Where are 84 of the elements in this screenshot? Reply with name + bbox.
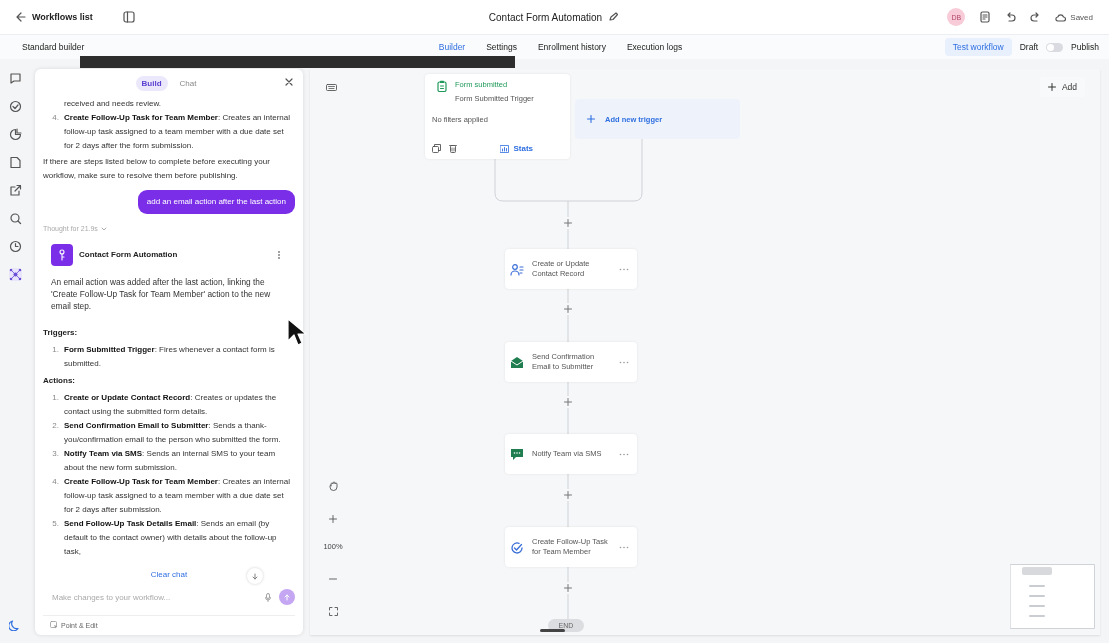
tab[interactable]: Execution logs — [626, 39, 683, 55]
chevron-down-icon[interactable] — [100, 226, 107, 232]
list-item-text: Create Follow-Up Task for Team Member: Creates an internal follow-up task assigned to a team member with a due date set for 2 days after the form submission. — [64, 112, 291, 152]
tab[interactable]: Enrollment history — [537, 39, 606, 55]
workflow-name: Contact Form Automation — [79, 249, 179, 261]
fit-view-icon[interactable] — [329, 607, 338, 616]
list-number: 3. — [51, 448, 60, 460]
pie-chart-icon[interactable] — [8, 128, 22, 141]
tab[interactable]: Settings — [486, 39, 517, 55]
mode-tab[interactable]: Chat — [173, 75, 203, 91]
arrow-up-icon — [284, 593, 290, 601]
chat-bubble-icon[interactable] — [8, 72, 22, 85]
bar-chart-icon — [500, 144, 510, 153]
clear-chat-link[interactable]: Clear chat — [150, 570, 188, 579]
user-message: add an email action after the last action — [137, 190, 295, 214]
list-number: 4. — [51, 112, 60, 124]
list-item-text: Create or Update Contact Record: Creates or updates the contact using the submitted form details. — [64, 392, 278, 418]
arrow-down-icon — [252, 572, 258, 580]
list-item-text: Send Follow-Up Task Details Email: Sends an email (by default to the contact owner) with details about the follow-up task, — [64, 518, 278, 558]
publish-toggle[interactable] — [1046, 42, 1064, 52]
list-number: 1. — [51, 392, 60, 404]
zoom-in-icon[interactable] — [329, 515, 337, 523]
publish-label: Publish — [1071, 42, 1099, 52]
file-icon[interactable] — [8, 156, 22, 169]
key-icon — [58, 249, 66, 261]
section-heading: Triggers: — [43, 327, 78, 339]
check-circle-icon[interactable] — [8, 100, 22, 113]
external-link-icon[interactable] — [8, 184, 22, 197]
clock-icon[interactable] — [8, 240, 22, 253]
save-status: Saved — [1070, 12, 1093, 22]
moon-icon[interactable] — [9, 619, 21, 631]
sparkle-network-icon[interactable] — [8, 268, 22, 281]
list-number: 5. — [51, 518, 60, 530]
tab[interactable]: Builder — [438, 39, 466, 55]
plus-icon[interactable] — [564, 584, 572, 592]
cloud-icon — [1055, 12, 1067, 22]
back-button[interactable]: Workflows list — [14, 10, 95, 24]
envelope-icon — [510, 355, 524, 369]
list-number: 4. — [51, 476, 60, 488]
keyboard-icon[interactable] — [326, 84, 337, 91]
list-number: 2. — [51, 420, 60, 432]
list-item-text: Form Submitted Trigger: Fires whenever a contact form is submitted. — [64, 344, 276, 370]
mode-tab[interactable]: Build — [135, 75, 168, 91]
builder-type-label: Standard builder — [22, 42, 86, 52]
contact-icon — [510, 262, 524, 276]
more-icon[interactable] — [619, 452, 629, 456]
assistant-message: An email action was added after the last action, linking the 'Create Follow-Up Task for Team Member' action to the new email step. — [51, 276, 272, 312]
kebab-menu-icon[interactable] — [277, 250, 281, 260]
draft-label: Draft — [1019, 42, 1039, 52]
list-number: 1. — [51, 344, 60, 356]
list-item-text: received and needs review. — [64, 98, 162, 110]
message-icon — [510, 447, 524, 461]
trash-icon[interactable] — [449, 144, 457, 153]
test-workflow-button[interactable]: Test workflow — [944, 38, 1012, 56]
sidebar-toggle-icon[interactable] — [122, 11, 135, 23]
plus-icon[interactable] — [564, 219, 572, 227]
clipboard-icon — [437, 80, 447, 92]
close-icon[interactable] — [285, 78, 293, 86]
list-item-text: Notify Team via SMS: Sends an internal SMS to your team about the new form submission. — [64, 448, 277, 474]
plus-icon[interactable] — [564, 398, 572, 406]
list-item-text: Create Follow-Up Task for Team Member: Creates an internal follow-up task assigned to a team member with a due date set for 2 days after submission. — [64, 476, 291, 516]
plus-icon[interactable] — [564, 305, 572, 313]
undo-icon[interactable] — [1005, 11, 1017, 23]
stats-button[interactable]: Stats — [500, 144, 533, 153]
plus-icon — [1047, 83, 1056, 91]
more-icon[interactable] — [619, 360, 629, 364]
copy-icon[interactable] — [432, 144, 441, 153]
plus-icon[interactable] — [564, 491, 572, 499]
workflow-title: Contact Form Automation — [488, 11, 603, 23]
task-check-icon — [510, 540, 524, 554]
more-icon[interactable] — [619, 545, 629, 549]
scrollbar-thumb[interactable] — [540, 629, 565, 632]
section-heading: Actions: — [43, 375, 75, 387]
pencil-icon[interactable] — [608, 12, 619, 22]
back-arrow-icon — [16, 12, 26, 22]
list-item-text: Send Confirmation Email to Submitter: Sends a thank-you/confirmation email to the person who submitted the form. — [64, 420, 282, 446]
cursor-select-icon[interactable] — [50, 621, 58, 629]
plus-icon — [587, 115, 595, 123]
microphone-icon[interactable] — [265, 592, 271, 602]
search-icon[interactable] — [8, 212, 22, 225]
more-icon[interactable] — [619, 267, 629, 271]
message-text: If there are steps listed below to complete before executing your workflow, make sure to resolve them before publishing. — [43, 156, 271, 182]
document-icon[interactable] — [979, 11, 992, 23]
chat-input[interactable]: Make changes to your workflow... — [52, 592, 257, 602]
